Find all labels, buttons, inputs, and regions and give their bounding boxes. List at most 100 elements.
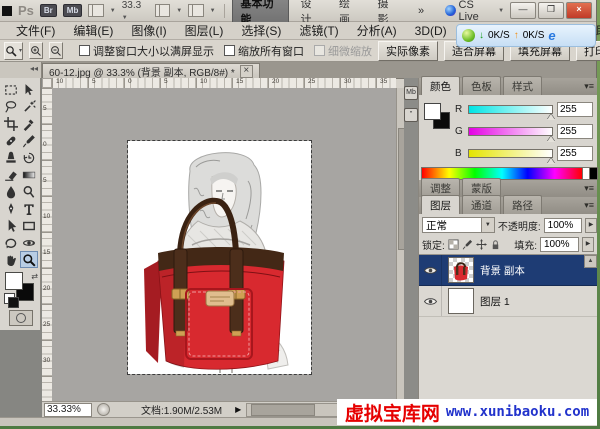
notes-panel-icon[interactable]: ” xyxy=(404,108,418,122)
option-checkbox-1[interactable]: 缩放所有窗口 xyxy=(224,43,304,59)
channel-slider-R[interactable] xyxy=(468,105,553,114)
list-scroll-up-icon[interactable]: ▲ xyxy=(584,255,597,268)
foreground-color-swatch[interactable] xyxy=(424,103,441,120)
type-tool-icon[interactable] xyxy=(20,200,38,217)
tab-layers[interactable]: 图层 xyxy=(421,195,460,214)
menu-item-0[interactable]: 文件(F) xyxy=(8,21,63,40)
tab-paths[interactable]: 路径 xyxy=(503,195,542,214)
history-brush-tool-icon[interactable] xyxy=(20,149,38,166)
ie-browser-icon[interactable]: e xyxy=(548,28,555,43)
spectrum-black-swatch[interactable] xyxy=(589,167,598,180)
layer-thumbnail[interactable] xyxy=(448,257,474,283)
menu-item-4[interactable]: 选择(S) xyxy=(233,21,289,40)
toolbox-collapse-button[interactable]: ◂◂ xyxy=(0,62,42,78)
panel-color-swatches[interactable] xyxy=(424,103,450,129)
document-tab[interactable]: 60-12.jpg @ 33.3% (背景 副本, RGB/8#) * × xyxy=(42,63,260,79)
channel-slider-B[interactable] xyxy=(468,149,553,158)
eyedropper-tool-icon[interactable] xyxy=(20,115,38,132)
bridge-icon[interactable]: Br xyxy=(40,4,57,17)
layer-row-background-copy[interactable]: 背景 副本 ▲ xyxy=(419,255,597,286)
foreground-color-swatch[interactable] xyxy=(5,272,23,290)
checkbox-icon[interactable] xyxy=(79,45,90,56)
color-swatches[interactable]: ⇄ xyxy=(4,272,38,304)
move-tool-icon[interactable] xyxy=(20,81,38,98)
magic-wand-tool-icon[interactable] xyxy=(20,98,38,115)
zoom-out-button[interactable] xyxy=(49,42,63,59)
rectangular-marquee-tool-icon[interactable] xyxy=(2,81,20,98)
lock-move-icon[interactable] xyxy=(476,239,487,250)
channel-value-field[interactable]: 255 xyxy=(557,146,593,161)
option-checkbox-2[interactable]: 细微缩放 xyxy=(314,43,372,59)
quick-mask-button[interactable] xyxy=(9,310,33,326)
opacity-slider-button[interactable]: ▶ xyxy=(585,218,597,233)
lock-all-icon[interactable] xyxy=(490,239,501,250)
visibility-toggle[interactable] xyxy=(419,255,442,285)
tab-swatches[interactable]: 色板 xyxy=(462,76,501,95)
lock-transparency-icon[interactable] xyxy=(448,239,459,250)
network-speed-monitor[interactable]: ↓ 0K/S ↑ 0K/S e xyxy=(456,24,596,47)
path-selection-tool-icon[interactable] xyxy=(2,217,20,234)
cs-live-button[interactable]: CS Live▼ xyxy=(445,0,504,23)
channel-slider-G[interactable] xyxy=(468,127,553,136)
fill-slider-button[interactable]: ▶ xyxy=(582,237,594,252)
zoom-tool-preset[interactable]: ▾ xyxy=(4,42,23,60)
crop-tool-icon[interactable] xyxy=(2,115,20,132)
canvas-image[interactable] xyxy=(128,141,311,374)
view-extras-icon[interactable] xyxy=(88,4,103,17)
tab-channels[interactable]: 通道 xyxy=(462,195,501,214)
restore-button[interactable]: ❐ xyxy=(538,2,564,19)
option-button-0[interactable]: 实际像素 xyxy=(378,41,438,61)
slider-thumb-icon[interactable] xyxy=(547,136,555,142)
pen-tool-icon[interactable] xyxy=(2,200,20,217)
close-button[interactable]: × xyxy=(566,2,592,19)
checkbox-icon[interactable] xyxy=(224,45,235,56)
tab-styles[interactable]: 样式 xyxy=(503,76,542,95)
swap-colors-icon[interactable]: ⇄ xyxy=(31,272,38,281)
slider-thumb-icon[interactable] xyxy=(547,114,555,120)
arrange-documents-icon[interactable] xyxy=(155,4,170,17)
blend-mode-dropdown[interactable]: 正常▼ xyxy=(422,217,495,233)
workspace-overflow-button[interactable]: » xyxy=(411,3,431,19)
panel-menu-icon[interactable]: ▾≡ xyxy=(584,200,594,211)
layer-thumbnail[interactable] xyxy=(448,288,474,314)
menu-item-2[interactable]: 图像(I) xyxy=(123,21,174,40)
3d-camera-rotate-tool-icon[interactable] xyxy=(20,234,38,251)
zoom-tool-icon[interactable] xyxy=(20,251,38,268)
mini-bridge-icon[interactable]: Mb xyxy=(63,4,83,17)
horizontal-scrollbar-thumb[interactable] xyxy=(251,404,314,416)
3d-object-rotate-tool-icon[interactable] xyxy=(2,234,20,251)
eraser-tool-icon[interactable] xyxy=(2,166,20,183)
lasso-tool-icon[interactable] xyxy=(2,98,20,115)
clone-stamp-tool-icon[interactable] xyxy=(2,149,20,166)
brush-tool-icon[interactable] xyxy=(20,132,38,149)
spot-healing-brush-tool-icon[interactable] xyxy=(2,132,20,149)
screen-mode-icon[interactable] xyxy=(188,4,203,17)
zoom-in-button[interactable] xyxy=(29,42,43,59)
mini-bridge-panel-icon[interactable]: Mb xyxy=(404,86,418,100)
rectangle-shape-tool-icon[interactable] xyxy=(20,217,38,234)
gradient-tool-icon[interactable] xyxy=(20,166,38,183)
zoom-level-dropdown[interactable]: 33.3 ▼ xyxy=(122,0,149,22)
default-colors-icon[interactable] xyxy=(4,293,15,304)
opacity-field[interactable]: 100% xyxy=(544,218,582,233)
fill-field[interactable]: 100% xyxy=(540,237,579,252)
blur-tool-icon[interactable] xyxy=(2,183,20,200)
security-ball-icon[interactable] xyxy=(462,29,475,42)
layer-row-layer1[interactable]: 图层 1 xyxy=(419,286,597,317)
zoom-percent-field[interactable]: 33.33% xyxy=(44,403,92,417)
menu-item-7[interactable]: 3D(D) xyxy=(407,23,455,39)
visibility-toggle[interactable] xyxy=(419,286,442,316)
menu-item-1[interactable]: 编辑(E) xyxy=(65,21,121,40)
menu-item-3[interactable]: 图层(L) xyxy=(177,21,232,40)
panel-menu-icon[interactable]: ▾≡ xyxy=(584,81,594,92)
channel-value-field[interactable]: 255 xyxy=(557,124,593,139)
minimize-button[interactable]: — xyxy=(510,2,536,19)
menu-item-6[interactable]: 分析(A) xyxy=(349,21,405,40)
checkbox-icon[interactable] xyxy=(314,45,325,56)
canvas-viewport[interactable] xyxy=(52,88,396,401)
slider-thumb-icon[interactable] xyxy=(547,158,555,164)
menu-item-5[interactable]: 滤镜(T) xyxy=(291,21,346,40)
dodge-tool-icon[interactable] xyxy=(20,183,38,200)
panel-menu-icon[interactable]: ▾≡ xyxy=(584,183,594,194)
channel-value-field[interactable]: 255 xyxy=(557,102,593,117)
